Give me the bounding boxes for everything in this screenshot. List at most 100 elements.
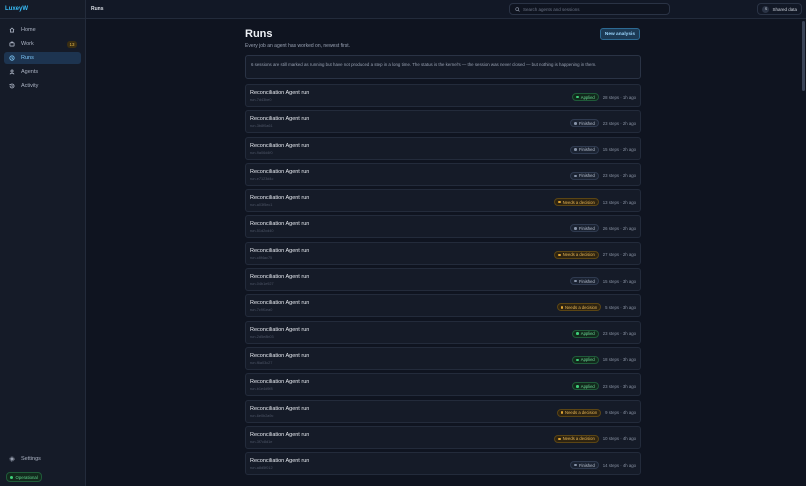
- run-row[interactable]: Reconciliation Agent run run-a03f5ec1 Need…: [245, 189, 641, 213]
- run-title: Reconciliation Agent run: [250, 247, 310, 254]
- run-meta: Finished 14 steps · 4h ago: [570, 461, 636, 470]
- status-badge: Finished: [570, 119, 599, 128]
- runs-list: Reconciliation Agent run run-7d43be0 Appli…: [245, 84, 641, 476]
- search-input[interactable]: [523, 6, 653, 12]
- run-id: run-51d2cd40: [250, 229, 274, 234]
- shared-data-button[interactable]: S Shared data: [757, 3, 802, 15]
- run-id: run-7d43be0: [250, 98, 272, 102]
- run-meta: Applied 23 steps · 3h ago: [572, 329, 636, 338]
- topbar: Runs S Shared data: [86, 0, 806, 19]
- status-badge: Applied: [572, 93, 599, 101]
- run-row[interactable]: Reconciliation Agent run run-f6a03c27 Appl…: [245, 346, 641, 370]
- scrollbar-thumb[interactable]: [802, 21, 805, 91]
- brand-logo[interactable]: LuxeyW: [0, 0, 85, 19]
- run-row[interactable]: Reconciliation Agent run run-3b8f0a61 Fini…: [245, 110, 641, 134]
- status-dot-icon: [558, 200, 561, 204]
- scrollbar[interactable]: [801, 19, 806, 486]
- run-title: Reconciliation Agent run: [250, 274, 310, 281]
- run-meta: Applied 18 steps · 3h ago: [572, 355, 636, 364]
- run-row[interactable]: Reconciliation Agent run run-6e0b2a9c Need…: [245, 399, 641, 423]
- run-stats: 23 steps · 2h ago: [602, 173, 636, 179]
- status-dot-icon: [576, 332, 579, 335]
- sidebar: LuxeyW Home Work 13 Runs Agents Activity…: [0, 0, 86, 486]
- sidebar-item-activity[interactable]: Activity: [4, 80, 81, 92]
- status-dot-icon: [10, 475, 13, 479]
- run-title: Reconciliation Agent run: [250, 300, 310, 307]
- run-row[interactable]: Reconciliation Agent run run-7c9f1ea0 Need…: [245, 294, 641, 318]
- run-meta: Finished 23 steps · 2h ago: [570, 119, 636, 128]
- sidebar-item-agents[interactable]: Agents: [4, 66, 81, 78]
- run-id: run-9a06d4f0: [250, 150, 273, 155]
- status-dot-icon: [574, 122, 577, 125]
- sidebar-nav: Home Work 13 Runs Agents Activity: [0, 19, 85, 92]
- sidebar-item-home[interactable]: Home: [4, 24, 81, 36]
- status-badge: Needs a decision: [554, 250, 599, 259]
- run-meta: Finished 15 steps · 2h ago: [570, 145, 636, 154]
- status-badge: Needs a decision: [554, 198, 599, 207]
- run-id: run-a03f5ec1: [250, 203, 273, 208]
- search-box[interactable]: [509, 3, 670, 15]
- status-badge: Needs a decision: [554, 434, 599, 443]
- run-row[interactable]: Reconciliation Agent run run-7d43be0 Appli…: [245, 84, 641, 107]
- status-label: Finished: [578, 278, 595, 284]
- status-label: Applied: [580, 383, 595, 389]
- run-meta: Finished 15 steps · 3h ago: [570, 277, 636, 286]
- status-dot-icon: [574, 148, 577, 151]
- run-title: Reconciliation Agent run: [250, 326, 310, 333]
- status-label: Needs a decision: [565, 410, 598, 416]
- run-id: run-04b1e927: [250, 282, 274, 287]
- run-id: run-2d5e8b03: [250, 334, 274, 339]
- clock-icon: [8, 54, 16, 62]
- status-dot-icon: [574, 174, 577, 178]
- run-row[interactable]: Reconciliation Agent run run-3f7c8d1e Need…: [245, 425, 641, 449]
- run-stats: 28 steps · 1h ago: [602, 94, 636, 100]
- sidebar-item-settings[interactable]: Settings: [4, 453, 81, 465]
- run-stats: 9 steps · 4h ago: [605, 410, 636, 416]
- run-stats: 15 steps · 3h ago: [602, 278, 636, 284]
- run-meta: Needs a decision 10 steps · 4h ago: [554, 434, 636, 443]
- status-dot-icon: [574, 227, 577, 230]
- run-row[interactable]: Reconciliation Agent run run-51d2cd40 Fini…: [245, 215, 641, 239]
- run-id: run-e7123d4c: [250, 176, 274, 181]
- run-title: Reconciliation Agent run: [250, 379, 310, 386]
- avatar: S: [762, 5, 770, 13]
- run-row[interactable]: Reconciliation Agent run run-9a06d4f0 Fini…: [245, 136, 641, 160]
- stale-sessions-notice: 6 sessions are still marked as running b…: [245, 55, 641, 79]
- home-icon: [8, 26, 16, 34]
- run-row[interactable]: Reconciliation Agent run run-b1e4d9f8 Appl…: [245, 373, 641, 397]
- run-stats: 18 steps · 3h ago: [602, 357, 636, 363]
- run-id: run-b1e4d9f8: [250, 387, 273, 392]
- run-meta: Needs a decision 27 steps · 2h ago: [554, 250, 636, 259]
- run-id: run-3f7c8d1e: [250, 439, 273, 444]
- status-dot-icon: [576, 385, 579, 388]
- run-row[interactable]: Reconciliation Agent run run-a8d5f012 Fini…: [245, 452, 641, 476]
- run-meta: Finished 26 steps · 2h ago: [570, 224, 636, 233]
- run-meta: Needs a decision 13 steps · 2h ago: [554, 198, 636, 207]
- status-badge: Finished: [570, 224, 599, 233]
- run-title: Reconciliation Agent run: [250, 195, 310, 202]
- new-analysis-button[interactable]: New analysis: [599, 28, 640, 40]
- status-badge: Finished: [570, 145, 599, 154]
- page-title: Runs: [245, 28, 273, 40]
- run-row[interactable]: Reconciliation Agent run run-e7123d4c Fini…: [245, 162, 641, 186]
- run-id: run-6e0b2a9c: [250, 413, 274, 418]
- sidebar-item-work[interactable]: Work 13: [4, 38, 81, 50]
- status-label: Finished: [578, 147, 595, 153]
- search-icon: [515, 6, 520, 12]
- work-count-badge: 13: [66, 40, 77, 48]
- run-row[interactable]: Reconciliation Agent run run-04b1e927 Fini…: [245, 268, 641, 292]
- run-title: Reconciliation Agent run: [250, 458, 310, 465]
- run-id: run-3b8f0a61: [250, 124, 273, 129]
- run-row[interactable]: Reconciliation Agent run run-c8f4ac75 Need…: [245, 241, 641, 265]
- status-badge: Applied: [572, 382, 599, 391]
- run-row[interactable]: Reconciliation Agent run run-2d5e8b03 Appl…: [245, 320, 641, 344]
- run-stats: 26 steps · 2h ago: [602, 225, 636, 231]
- status-badge: Applied: [572, 355, 599, 364]
- run-title: Reconciliation Agent run: [250, 405, 310, 412]
- run-id: run-7c9f1ea0: [250, 308, 273, 313]
- run-title: Reconciliation Agent run: [250, 431, 310, 438]
- sidebar-item-runs[interactable]: Runs: [4, 52, 81, 64]
- status-label: Needs a decision: [562, 252, 595, 258]
- gear-icon: [8, 455, 16, 463]
- run-title: Reconciliation Agent run: [250, 352, 310, 359]
